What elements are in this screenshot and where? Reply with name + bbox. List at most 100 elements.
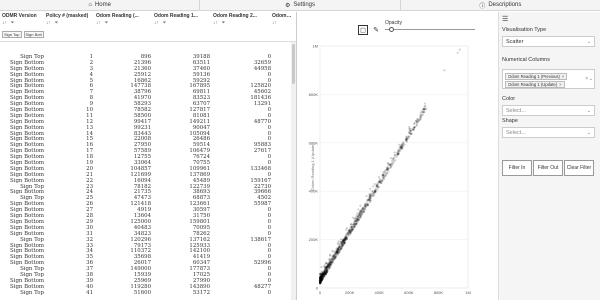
opacity-slider-handle[interactable] <box>389 27 394 32</box>
x-tick-label: 400K <box>375 290 385 295</box>
clear-filter-button[interactable]: Clear Filter <box>564 160 594 176</box>
column-header-odom-reading-prev[interactable]: Odom Reading (... ↓↑ ⏷ <box>96 13 152 41</box>
filter-chip[interactable]: Sign Bott <box>23 31 44 38</box>
box-select-icon[interactable]: ◻ <box>358 25 368 35</box>
clear-icon[interactable]: × <box>585 76 588 82</box>
scatter-point <box>386 162 390 165</box>
sort-icon[interactable]: ↓↑ ⏷ <box>46 20 94 26</box>
num-cols-select[interactable]: Odom Reading 1 (Previous) × Odom Reading … <box>502 69 595 89</box>
remove-tag-icon[interactable]: × <box>562 74 564 79</box>
scatter-point <box>409 132 412 135</box>
tab-home[interactable]: ⌂ Home <box>0 0 201 10</box>
scatter-point <box>384 169 387 172</box>
scatter-point <box>331 258 334 262</box>
remove-tag-icon[interactable]: × <box>559 82 561 87</box>
filter-out-button[interactable]: Filter Out <box>533 160 563 176</box>
scatter-point <box>328 253 332 256</box>
scatter-point <box>360 209 363 212</box>
sort-icon[interactable]: ↓↑ ⏷ <box>154 20 211 26</box>
filter-in-button[interactable]: Filter In <box>502 160 532 176</box>
scatter-point <box>371 194 374 197</box>
selected-column-tag[interactable]: Odom Reading 1 (Previous) × <box>505 73 568 80</box>
scatter-point <box>365 194 368 198</box>
scatter-point <box>405 139 408 143</box>
scatter-point <box>382 173 385 177</box>
scatter-point <box>328 267 331 270</box>
scatter-point <box>369 187 372 190</box>
filter-chip[interactable]: Sign Top <box>2 31 22 38</box>
table-scrollbar[interactable] <box>291 42 296 300</box>
scatter-point <box>337 249 340 252</box>
scatter-point <box>332 254 335 257</box>
tab-settings[interactable]: ⚙ Settings <box>200 0 401 10</box>
scatter-point <box>341 239 344 243</box>
sort-icon[interactable]: ↓↑ ⏷ <box>213 20 270 26</box>
scatter-point <box>345 227 349 230</box>
color-select[interactable]: Select... ⌄ <box>502 105 595 116</box>
filter-icon[interactable]: ⏷ <box>221 20 225 26</box>
chevron-down-icon: ⌄ <box>586 130 591 136</box>
filter-icon[interactable]: ⏷ <box>162 20 166 26</box>
scatter-point <box>422 111 425 114</box>
scatter-point <box>412 128 415 131</box>
scatter-plot[interactable]: 1M800K600K400K200K00 200K 400K 600K 800K 1MOd… <box>298 38 498 300</box>
scatter-point <box>382 177 386 180</box>
table-cell: Sign Top <box>20 289 44 296</box>
table-cell: 0 <box>267 289 271 296</box>
filter-icon[interactable]: ⏷ <box>10 20 14 26</box>
sort-icon[interactable]: ↓↑ ⏷ <box>2 20 45 26</box>
menu-icon[interactable]: ☰ <box>502 15 508 23</box>
scatter-point <box>423 102 426 105</box>
column-header-odom-reading-2[interactable]: Odom Reading 2... ↓↑ ⏷ <box>213 13 270 41</box>
tab-descriptions[interactable]: ⓘ Descriptions <box>401 0 600 10</box>
scatter-point <box>408 129 412 132</box>
scatter-point <box>326 265 329 268</box>
scatter-point <box>408 125 411 129</box>
scatter-point <box>373 191 376 194</box>
vis-type-label: Visualisation Type <box>502 27 547 33</box>
table-row[interactable]: Sign Top 41 51600 53172 0 <box>0 289 296 297</box>
scatter-point <box>421 108 424 111</box>
scatter-point <box>357 218 361 221</box>
scatter-point <box>382 171 385 174</box>
tag-label: Odom Reading 1 (Update) <box>508 82 558 87</box>
sort-icon[interactable]: ↓↑ <box>272 20 292 26</box>
scatter-point <box>347 230 350 233</box>
filter-icon[interactable]: ⏷ <box>104 20 108 26</box>
y-axis-label: Odom Reading 1 (Update) <box>310 143 315 191</box>
scatter-point <box>331 249 334 253</box>
scatter-point <box>359 214 362 218</box>
scatter-point <box>393 156 396 159</box>
sort-icon[interactable]: ↓↑ ⏷ <box>96 20 152 26</box>
vis-type-select[interactable]: Scatter ⌄ <box>502 36 595 47</box>
top-nav: ⌂ Home ⚙ Settings ⓘ Descriptions <box>0 0 600 11</box>
scatter-point <box>412 122 416 125</box>
column-label: Policy # (masked) <box>46 13 89 19</box>
column-header-policy[interactable]: Policy # (masked) ↓↑ ⏷ <box>46 13 94 41</box>
opacity-label: Opacity <box>385 20 402 26</box>
scatter-point <box>368 192 371 195</box>
scatter-point <box>385 172 388 175</box>
scatter-point <box>386 167 390 170</box>
tag-label: Odom Reading 1 (Previous) <box>508 74 560 79</box>
scatter-point <box>345 235 349 239</box>
column-header-odom-reading-3[interactable]: Odom Rea ↓↑ <box>272 13 292 41</box>
scatter-point <box>373 183 376 186</box>
selected-column-tag[interactable]: Odom Reading 1 (Update) × <box>505 81 565 88</box>
scrollbar-thumb[interactable] <box>292 44 295 84</box>
opacity-slider[interactable] <box>385 29 475 30</box>
shape-select[interactable]: Select... ⌄ <box>502 127 595 138</box>
scatter-point <box>324 267 327 270</box>
scatter-point <box>393 154 396 157</box>
scatter-point <box>416 117 419 121</box>
scatter-point <box>357 208 360 211</box>
pen-icon[interactable]: ✎ <box>371 25 381 35</box>
vis-type-value: Scatter <box>506 39 524 45</box>
scatter-point <box>336 242 339 245</box>
column-header-odom-reading-1[interactable]: Odom Reading 1... ↓↑ ⏷ <box>154 13 211 41</box>
column-label: Odom Reading (... <box>96 13 139 19</box>
scatter-point <box>423 105 426 108</box>
filter-icon[interactable]: ⏷ <box>54 20 58 26</box>
scatter-point <box>393 151 396 154</box>
scatter-point <box>366 203 369 206</box>
